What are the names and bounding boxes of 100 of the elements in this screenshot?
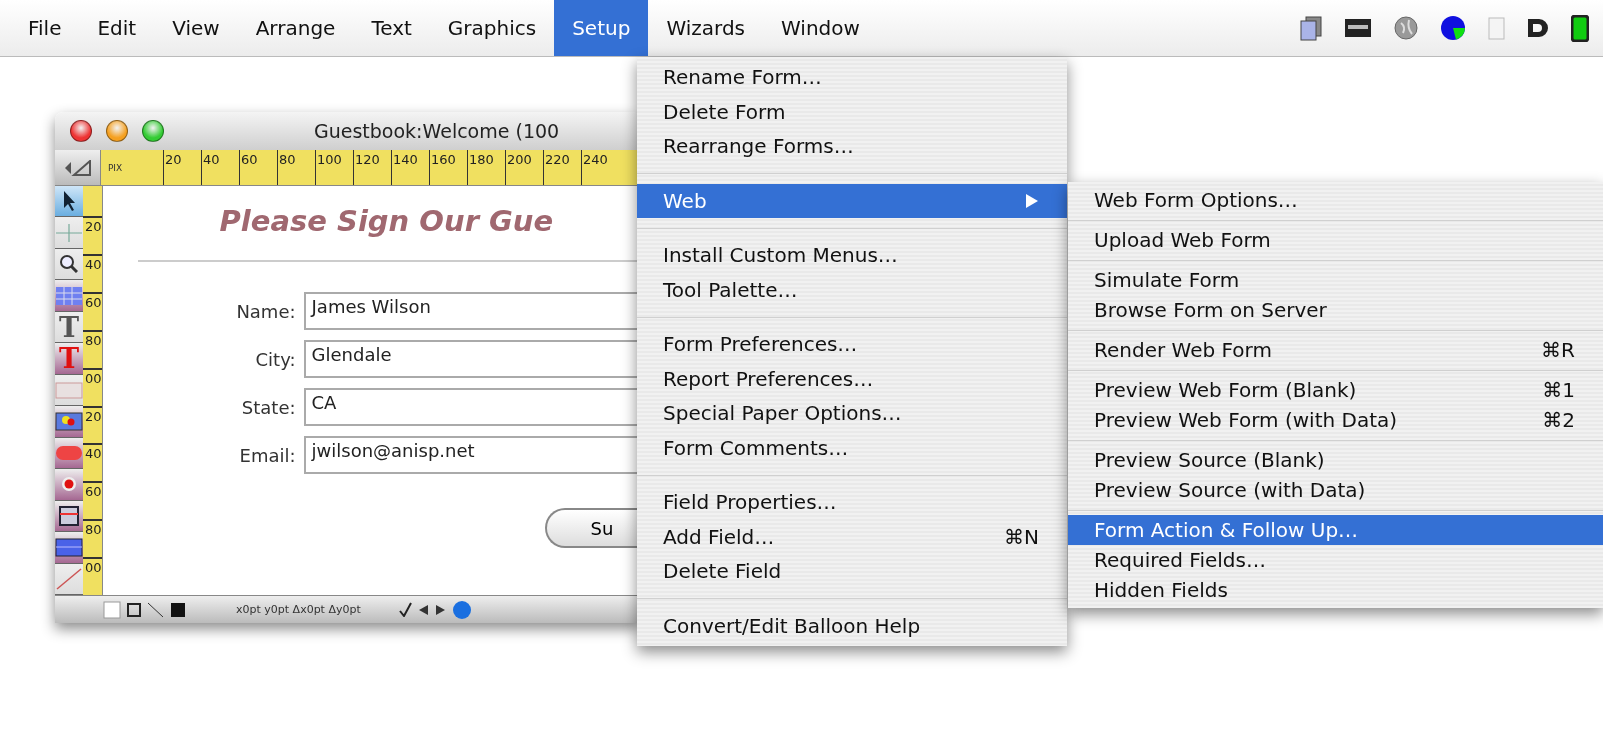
ruler-label: 20 [163, 150, 201, 185]
ruler-label: 80 [83, 329, 102, 368]
ruler-label: 40 [83, 443, 102, 482]
circle-icon[interactable] [451, 599, 472, 620]
window-stack-icon[interactable] [1300, 15, 1322, 41]
magnifier-icon [60, 255, 78, 274]
blank-swatch-icon[interactable] [103, 600, 121, 619]
field-label: City: [254, 348, 296, 370]
ruler-label: 20 [83, 405, 102, 444]
tool-button[interactable] [55, 248, 83, 281]
globe-icon[interactable] [1394, 16, 1418, 40]
ruler-label: 120 [353, 150, 391, 185]
field-label: Email: [238, 444, 296, 466]
menu-item[interactable]: Convert/Edit Balloon Help [637, 608, 1067, 643]
menu-item[interactable]: Browse Form on Server [1068, 295, 1603, 325]
menu-item[interactable]: Render Web Form ⌘R [1068, 335, 1603, 365]
ruler-label: 200 [505, 150, 543, 185]
input-field[interactable]: James Wilson [303, 292, 640, 330]
menu-item[interactable]: Form Preferences… [637, 327, 1067, 362]
right-arrow-icon[interactable] [434, 603, 446, 616]
field-label: State: [240, 396, 296, 418]
menu-title[interactable]: Window [763, 0, 878, 56]
filled-square-icon[interactable] [170, 601, 186, 618]
menu-item[interactable]: Web Form Options… [1068, 185, 1603, 215]
field-label: Name: [235, 300, 296, 322]
menu-item[interactable]: Simulate Form [1068, 265, 1603, 295]
coordinates-readout: x0pt y0pt Δx0pt Δy0pt [236, 603, 361, 616]
menu-item[interactable]: Special Paper Options… [637, 396, 1067, 431]
menu-title[interactable]: Text [353, 0, 430, 56]
input-field[interactable]: jwilson@anisp.net [303, 436, 640, 474]
ruler-label: 80 [277, 150, 315, 185]
input-field[interactable]: CA [303, 388, 640, 426]
input-field[interactable]: Glendale [303, 340, 640, 378]
submit-button[interactable]: Su [544, 508, 640, 548]
menu-item[interactable]: Rearrange Forms… [637, 129, 1067, 164]
radio-dot-icon [61, 476, 77, 493]
ruler-label: 180 [467, 150, 505, 185]
menu-item[interactable]: Upload Web Form [1068, 225, 1603, 255]
form-heading: Please Sign Our Gue [219, 204, 555, 238]
checkmark-icon[interactable] [398, 602, 412, 617]
ruler-label: 00 [83, 367, 102, 406]
menu-item[interactable]: Add Field… ⌘N [637, 519, 1067, 554]
menu-title[interactable]: Graphics [429, 0, 555, 56]
ruler-label: 60 [83, 291, 102, 330]
ruler-label: 140 [391, 150, 429, 185]
tool-button[interactable] [55, 500, 83, 533]
menu-item[interactable]: Rename Form… [637, 60, 1067, 95]
menu-item[interactable]: Preview Web Form (Blank) ⌘1 [1068, 375, 1603, 405]
menu-item[interactable]: Tool Palette… [637, 272, 1067, 307]
ruler-label: 20 [83, 216, 102, 254]
ruler-label: 40 [83, 253, 102, 292]
diagonal-line-icon [56, 567, 82, 590]
zoom-button[interactable] [142, 120, 164, 142]
close-button[interactable] [70, 120, 92, 142]
menu-item[interactable]: Delete Field [637, 554, 1067, 589]
menu-item[interactable]: Required Fields… [1068, 545, 1603, 575]
grid-icon [55, 285, 83, 306]
menu-item[interactable]: Web [637, 183, 1067, 218]
menu-title[interactable]: View [154, 0, 238, 56]
diagonal-line-icon[interactable] [147, 601, 164, 618]
menu-item[interactable]: Install Custom Menus… [637, 238, 1067, 273]
menu-item[interactable]: Delete Form [637, 94, 1067, 129]
ruler-label: 40 [201, 150, 239, 185]
pie-chart-icon[interactable] [1440, 15, 1466, 41]
window-title: Guestbook:Welcome (100 [314, 120, 560, 142]
menu-item[interactable]: Preview Web Form (with Data) ⌘2 [1068, 405, 1603, 435]
ruler-unit: PIX [106, 161, 124, 175]
window-icon [59, 505, 79, 526]
arrow-pointer-icon [62, 190, 76, 213]
left-arrow-icon[interactable] [417, 603, 429, 616]
menu-title[interactable]: Edit [79, 0, 155, 56]
clipboard-icon[interactable] [1488, 16, 1505, 40]
menu-title[interactable]: Arrange [237, 0, 354, 56]
tool-button[interactable] [55, 532, 83, 564]
tool-button[interactable]: T [55, 311, 83, 344]
battery-icon[interactable] [1571, 14, 1589, 42]
menu-item[interactable]: Report Preferences… [637, 361, 1067, 396]
menu-item[interactable]: Preview Source (with Data) [1068, 475, 1603, 505]
menu-item[interactable]: Form Comments… [637, 430, 1067, 465]
ruler-label: 60 [83, 481, 102, 520]
ruler-label: 220 [543, 150, 581, 185]
menu-item[interactable]: Field Properties… [637, 485, 1067, 520]
tool-button[interactable] [55, 186, 83, 218]
pencil-ruler-icon[interactable] [64, 159, 91, 176]
minimize-button[interactable] [106, 120, 128, 142]
submenu-triangle-icon [1025, 192, 1039, 209]
menu-title[interactable]: Setup [554, 0, 649, 56]
menu-item[interactable]: Preview Source (Blank) [1068, 445, 1603, 475]
display-icon[interactable] [1344, 18, 1372, 38]
menu-item[interactable]: Form Action & Follow Up… [1068, 515, 1603, 545]
picture-icon [55, 412, 83, 431]
menu-title[interactable]: Wizards [648, 0, 764, 56]
ruler-label: 240 [581, 150, 619, 185]
ruler-label: 80 [83, 519, 102, 558]
tool-button[interactable] [55, 406, 83, 438]
rectangle-icon [55, 381, 83, 399]
square-outline-icon[interactable] [127, 602, 141, 617]
ruler-label: 100 [315, 150, 353, 185]
menu-title[interactable]: File [10, 0, 80, 56]
menu-item[interactable]: Hidden Fields [1068, 575, 1603, 605]
